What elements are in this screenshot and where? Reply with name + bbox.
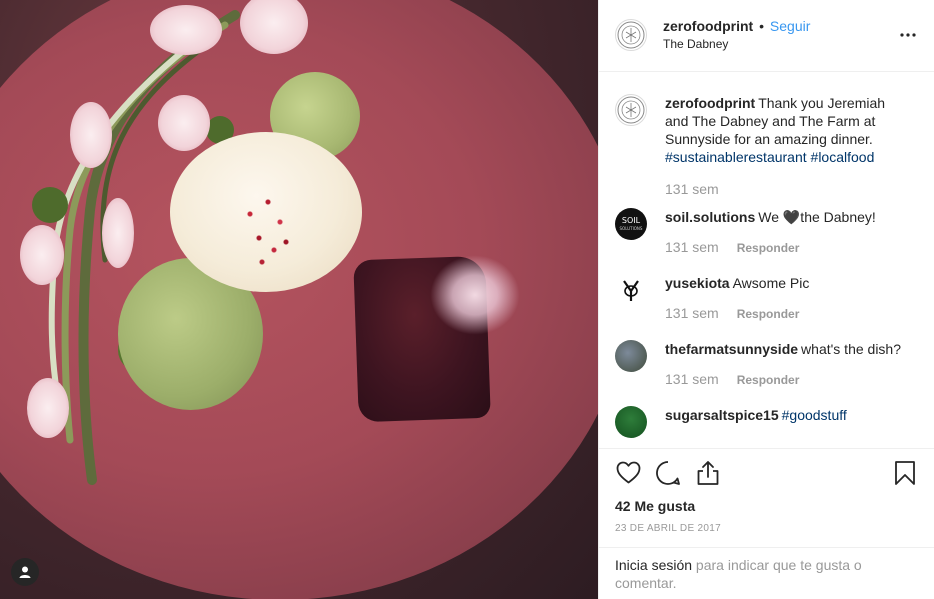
reply-button[interactable]: Responder xyxy=(737,372,800,388)
follow-button[interactable]: Seguir xyxy=(770,18,810,34)
separator-dot: • xyxy=(759,17,765,34)
radish-slice xyxy=(27,378,69,438)
reply-button[interactable]: Responder xyxy=(737,306,800,322)
comment-hashtag[interactable]: #goodstuff xyxy=(782,407,847,423)
comment-meta: 131 sem Responder xyxy=(665,372,903,388)
author-avatar[interactable] xyxy=(615,19,647,52)
comment-text: what's the dish? xyxy=(801,340,902,357)
share-icon[interactable] xyxy=(695,460,721,486)
caption-body: zerofoodprint Thank you Jeremiah and The … xyxy=(665,94,903,196)
commenter-avatar[interactable] xyxy=(615,273,647,306)
comment-item: yusekiota Awsome Pic 131 sem Responder xyxy=(615,273,918,322)
instagram-post: zerofoodprint • Seguir The Dabney zerofo… xyxy=(0,0,934,599)
comment-item: sugarsaltspice15 #goodstuff xyxy=(615,405,918,438)
comment-text: Awsome Pic xyxy=(732,274,810,291)
caption-meta: 131 sem xyxy=(665,182,903,196)
comment-bubble-icon[interactable] xyxy=(655,460,681,486)
bookmark-icon[interactable] xyxy=(892,460,918,486)
comments-list[interactable]: zerofoodprint Thank you Jeremiah and The … xyxy=(599,72,934,448)
comment-time[interactable]: 131 sem xyxy=(665,372,719,388)
comment-username[interactable]: thefarmatsunnyside xyxy=(665,341,798,357)
comment-body: yusekiota Awsome Pic 131 sem Responder xyxy=(665,274,903,322)
radish-slice xyxy=(70,102,112,168)
post-date[interactable]: 23 DE ABRIL DE 2017 xyxy=(615,523,918,534)
caption: zerofoodprint Thank you Jeremiah and The … xyxy=(615,93,918,196)
author-avatar[interactable] xyxy=(615,93,647,126)
radish-slice xyxy=(158,95,210,151)
reply-button[interactable]: Responder xyxy=(737,240,800,256)
heart-icon[interactable] xyxy=(615,460,641,486)
comment-username[interactable]: soil.solutions xyxy=(665,209,755,225)
post-header: zerofoodprint • Seguir The Dabney xyxy=(599,0,934,72)
comment-username[interactable]: sugarsaltspice15 xyxy=(665,407,779,423)
action-icons xyxy=(615,459,918,487)
post-details-panel: zerofoodprint • Seguir The Dabney zerofo… xyxy=(598,0,934,599)
radish-slice xyxy=(150,5,222,55)
radish-slice xyxy=(20,225,64,285)
comment-time[interactable]: 131 sem xyxy=(665,240,719,256)
author-info: zerofoodprint • Seguir The Dabney xyxy=(663,18,810,53)
post-photo[interactable] xyxy=(0,0,598,599)
radish-slice xyxy=(102,198,134,268)
commenter-avatar[interactable] xyxy=(615,339,647,372)
caption-time[interactable]: 131 sem xyxy=(665,182,719,196)
login-link[interactable]: Inicia sesión xyxy=(615,557,692,573)
chili-flakes xyxy=(238,190,298,270)
svg-text:SOLUTIONS: SOLUTIONS xyxy=(620,226,643,231)
user-profile-icon[interactable] xyxy=(11,558,39,586)
comment-username[interactable]: yusekiota xyxy=(665,275,730,291)
caption-hashtags[interactable]: #sustainablerestaurant #localfood xyxy=(665,149,874,165)
edible-flower xyxy=(430,255,520,335)
comment-body: thefarmatsunnyside what's the dish? 131 s… xyxy=(665,340,903,388)
likes-count[interactable]: 42 Me gusta xyxy=(615,497,918,515)
commenter-avatar[interactable] xyxy=(615,405,647,438)
comment-item: thefarmatsunnyside what's the dish? 131 s… xyxy=(615,339,918,388)
svg-text:SOIL: SOIL xyxy=(622,216,641,225)
post-location[interactable]: The Dabney xyxy=(663,36,810,53)
comment-meta: 131 sem Responder xyxy=(665,240,903,256)
comment-time[interactable]: 131 sem xyxy=(665,306,719,322)
commenter-avatar[interactable]: SOIL SOLUTIONS xyxy=(615,207,647,240)
caption-username[interactable]: zerofoodprint xyxy=(665,95,755,111)
login-prompt: Inicia sesión para indicar que te gusta … xyxy=(599,547,934,599)
comment-meta: 131 sem Responder xyxy=(665,306,903,322)
more-options-icon[interactable] xyxy=(900,27,916,43)
comment-text: We 🖤the Dabney! xyxy=(758,208,876,225)
comment-body: soil.solutions We 🖤the Dabney! 131 sem Re… xyxy=(665,208,903,256)
comment-body: sugarsaltspice15 #goodstuff xyxy=(665,406,903,438)
author-username[interactable]: zerofoodprint xyxy=(663,18,753,34)
comment-item: SOIL SOLUTIONS soil.solutions We 🖤the Dabn… xyxy=(615,207,918,256)
